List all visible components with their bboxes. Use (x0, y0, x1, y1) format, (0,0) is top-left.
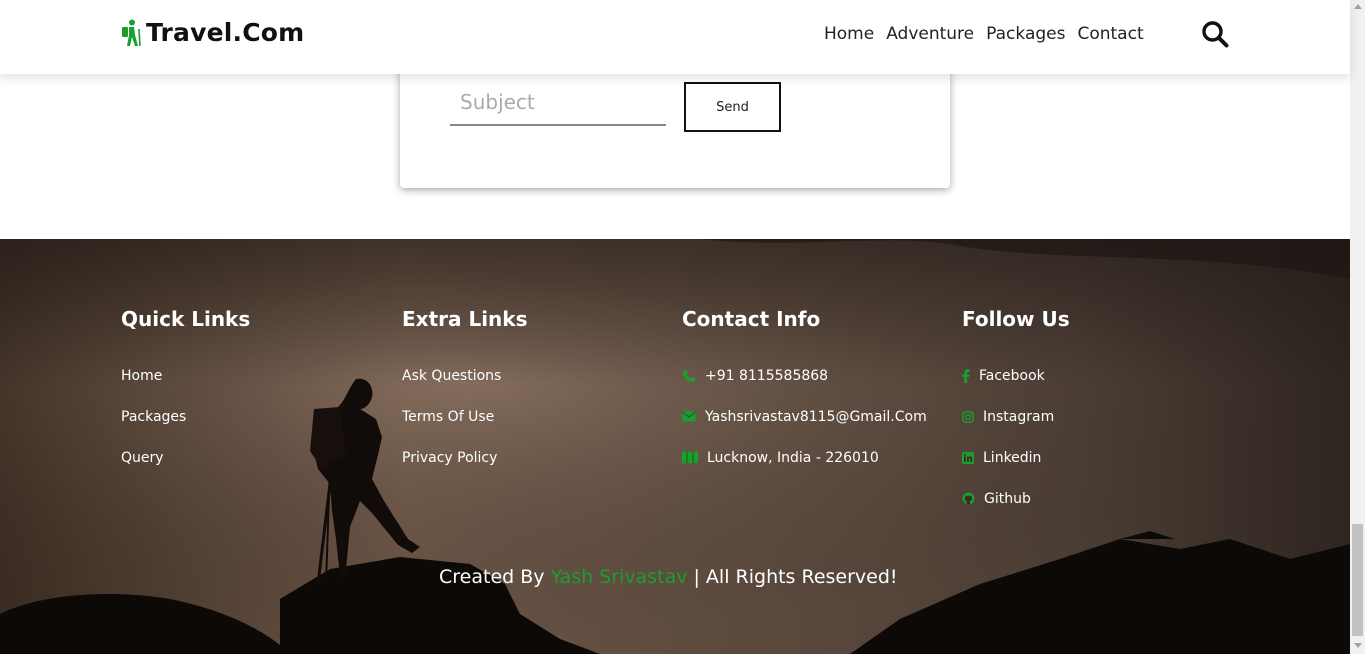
contact-email[interactable]: Yashsrivastav8115@Gmail.Com (682, 396, 927, 437)
social-linkedin-label: Linkedin (983, 449, 1042, 466)
credit-prefix: Created By (439, 566, 551, 588)
logo[interactable]: Travel.Com (120, 18, 304, 47)
footer-link-query[interactable]: Query (121, 437, 250, 478)
social-github-label: Github (984, 490, 1031, 507)
search-icon[interactable] (1201, 20, 1229, 48)
social-facebook[interactable]: Facebook (962, 355, 1070, 396)
social-instagram-label: Instagram (983, 408, 1055, 425)
contact-email-text: Yashsrivastav8115@Gmail.Com (705, 408, 927, 425)
extra-links-column: Extra Links Ask Questions Terms Of Use P… (402, 307, 528, 478)
extra-links-title: Extra Links (402, 307, 528, 331)
social-facebook-label: Facebook (979, 367, 1045, 384)
quick-links-column: Quick Links Home Packages Query (121, 307, 250, 478)
github-icon (962, 492, 975, 505)
scroll-down-arrow[interactable] (1354, 643, 1362, 648)
site-header: Travel.Com Home Adventure Packages Conta… (0, 0, 1350, 74)
main-nav: Home Adventure Packages Contact (824, 24, 1156, 44)
social-linkedin[interactable]: Linkedin (962, 437, 1070, 478)
nav-packages[interactable]: Packages (986, 24, 1065, 44)
send-button[interactable]: Send (684, 82, 781, 132)
nav-contact[interactable]: Contact (1077, 24, 1143, 44)
page-scrollbar[interactable] (1350, 0, 1365, 654)
contact-address-text: Lucknow, India - 226010 (707, 449, 879, 466)
linkedin-icon (962, 451, 974, 464)
instagram-icon (962, 410, 974, 423)
footer-link-terms[interactable]: Terms Of Use (402, 396, 528, 437)
nav-home[interactable]: Home (824, 24, 874, 44)
social-instagram[interactable]: Instagram (962, 396, 1070, 437)
credit-suffix: | All Rights Reserved! (687, 566, 898, 588)
logo-text: Travel.Com (146, 18, 305, 47)
social-github[interactable]: Github (962, 478, 1070, 519)
contact-address[interactable]: Lucknow, India - 226010 (682, 437, 927, 478)
nav-adventure[interactable]: Adventure (886, 24, 974, 44)
credit-author[interactable]: Yash Srivastav (551, 566, 688, 588)
footer-link-home[interactable]: Home (121, 355, 250, 396)
subject-input[interactable] (450, 80, 666, 126)
contact-info-title: Contact Info (682, 307, 821, 331)
footer-link-privacy[interactable]: Privacy Policy (402, 437, 528, 478)
footer-link-packages[interactable]: Packages (121, 396, 250, 437)
follow-us-column: Follow Us Facebook Instagram Linkedin Gi… (962, 307, 1070, 519)
quick-links-title: Quick Links (121, 307, 251, 331)
scroll-up-arrow[interactable] (1354, 4, 1362, 9)
follow-us-title: Follow Us (962, 307, 1070, 331)
map-icon (682, 451, 698, 464)
contact-phone-text: +91 8115585868 (705, 367, 829, 384)
contact-phone[interactable]: +91 8115585868 (682, 355, 927, 396)
hiker-icon (122, 19, 141, 46)
phone-icon (683, 369, 695, 382)
contact-info-column: Contact Info +91 8115585868 Yashsrivasta… (682, 307, 927, 478)
envelope-icon (682, 411, 696, 422)
footer-link-ask-questions[interactable]: Ask Questions (402, 355, 528, 396)
facebook-icon (962, 368, 970, 383)
site-footer: Quick Links Home Packages Query Extra Li… (0, 239, 1350, 654)
copyright-credit: Created By Yash Srivastav | All Rights R… (439, 566, 898, 588)
scrollbar-thumb[interactable] (1352, 524, 1363, 636)
